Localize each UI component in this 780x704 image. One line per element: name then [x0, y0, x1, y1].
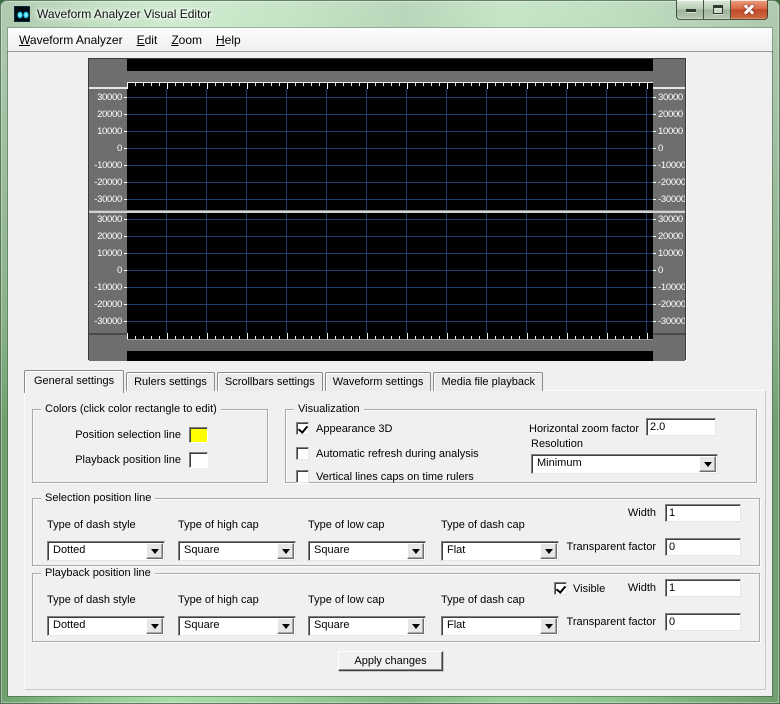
ruler-tick-label: -20000 — [89, 174, 122, 191]
tab-page-general — [24, 390, 766, 690]
ruler-tick-label: -20000 — [658, 174, 685, 191]
ruler-tick-label: 20000 — [658, 106, 685, 123]
menu-zoom[interactable]: Zoom — [164, 30, 209, 50]
app-window: Waveform Analyzer Visual Editor Waveform… — [0, 0, 780, 704]
ruler-tick-label: -10000 — [89, 157, 122, 174]
waveform-display: 3000020000100000-10000-20000-30000 30000… — [88, 58, 686, 360]
time-ruler-top-track — [127, 59, 653, 89]
minimize-icon — [686, 9, 696, 12]
ruler-corner-bottom-right — [653, 333, 685, 361]
window-controls — [676, 0, 768, 20]
ruler-corner-bottom-left — [89, 333, 127, 361]
waveform-channel-1: 3000020000100000-10000-20000-30000 30000… — [89, 89, 685, 210]
tab-media-file-playback[interactable]: Media file playback — [433, 372, 543, 391]
ruler-tick-label: -20000 — [658, 296, 685, 313]
ruler-tick-label: 0 — [89, 262, 122, 279]
settings-tabbar: General settings Rulers settings Scrollb… — [24, 371, 545, 391]
menu-help[interactable]: Help — [209, 30, 248, 50]
ruler-tick-label: 30000 — [658, 89, 685, 106]
tab-waveform-settings[interactable]: Waveform settings — [325, 372, 432, 391]
app-icon — [14, 6, 30, 22]
ruler-tick-label: 30000 — [89, 213, 122, 228]
window-title: Waveform Analyzer Visual Editor — [37, 7, 211, 21]
ruler-tick-label: 20000 — [658, 228, 685, 245]
ruler-tick-label: 0 — [658, 140, 685, 157]
ruler-tick-label: 30000 — [658, 213, 685, 228]
ruler-tick-label: 30000 — [89, 89, 122, 106]
client-area: 3000020000100000-10000-20000-30000 30000… — [8, 52, 772, 696]
close-button[interactable] — [731, 0, 768, 20]
waveform-grid-ch1[interactable] — [127, 89, 653, 210]
ruler-tick-label: -30000 — [658, 313, 685, 330]
menu-bar: Waveform Analyzer Edit Zoom Help — [8, 28, 772, 52]
time-ruler-bottom-track — [127, 333, 653, 361]
ruler-corner-top-left — [89, 59, 127, 89]
amplitude-ruler-left-ch1: 3000020000100000-10000-20000-30000 — [89, 89, 127, 210]
ruler-tick-label: -30000 — [658, 191, 685, 208]
menu-waveform-analyzer[interactable]: Waveform Analyzer — [12, 30, 130, 50]
waveform-grid-ch2[interactable] — [127, 213, 653, 333]
ruler-tick-label: 20000 — [89, 106, 122, 123]
top-margin-strip — [127, 59, 653, 71]
ruler-tick-label: 10000 — [658, 245, 685, 262]
ruler-tick-label: -30000 — [89, 313, 122, 330]
maximize-button[interactable] — [704, 0, 731, 20]
amplitude-ruler-right-ch2: 3000020000100000-10000-20000-30000 — [653, 213, 685, 333]
time-ruler-bar-bottom — [127, 339, 653, 351]
ruler-tick-label: -10000 — [89, 279, 122, 296]
amplitude-ruler-right-ch1: 3000020000100000-10000-20000-30000 — [653, 89, 685, 210]
time-ruler-top — [89, 59, 685, 89]
ruler-tick-label: 10000 — [89, 245, 122, 262]
ruler-tick-label: -30000 — [89, 191, 122, 208]
time-ruler-bar-top — [127, 71, 653, 83]
waveform-channel-2: 3000020000100000-10000-20000-30000 30000… — [89, 213, 685, 333]
maximize-icon — [713, 5, 723, 14]
tab-rulers-settings[interactable]: Rulers settings — [126, 372, 215, 391]
bottom-margin-strip — [127, 351, 653, 361]
tab-general-settings[interactable]: General settings — [24, 370, 124, 393]
ruler-tick-label: -10000 — [658, 279, 685, 296]
title-bar[interactable]: Waveform Analyzer Visual Editor — [0, 0, 780, 28]
minimize-button[interactable] — [676, 0, 704, 20]
ruler-tick-label: 0 — [658, 262, 685, 279]
ruler-corner-top-right — [653, 59, 685, 89]
ruler-tick-label: -20000 — [89, 296, 122, 313]
ruler-tick-label: 10000 — [89, 123, 122, 140]
ruler-tick-label: 0 — [89, 140, 122, 157]
time-ruler-bottom — [89, 333, 685, 361]
ruler-tick-label: 10000 — [658, 123, 685, 140]
tab-scrollbars-settings[interactable]: Scrollbars settings — [217, 372, 323, 391]
ruler-tick-label: -10000 — [658, 157, 685, 174]
menu-edit[interactable]: Edit — [130, 30, 165, 50]
amplitude-ruler-left-ch2: 3000020000100000-10000-20000-30000 — [89, 213, 127, 333]
ruler-tick-label: 20000 — [89, 228, 122, 245]
